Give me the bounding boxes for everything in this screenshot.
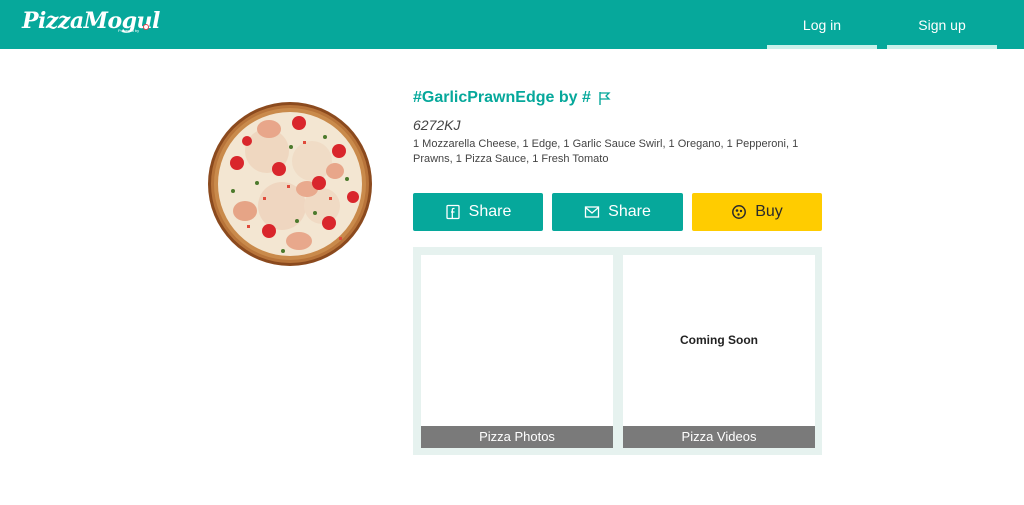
login-label: Log in [802,17,842,33]
pizza-icon [731,204,747,220]
pizza-image [207,101,373,267]
logo-subtitle: Powered by [118,28,140,33]
share-mail-button[interactable]: Share [552,193,683,231]
share-facebook-button[interactable]: Share [413,193,543,231]
login-underline [767,45,877,49]
pizza-title: #GarlicPrawnEdge by # [413,89,591,106]
logo-badge-icon [143,24,149,30]
share-facebook-label: Share [468,203,512,220]
logo[interactable]: PizzaMogul [22,8,160,34]
facebook-icon [445,204,461,220]
login-link[interactable]: Log in [767,0,877,49]
share-mail-label: Share [608,203,651,220]
top-navbar: PizzaMogul Powered by Log in Sign up [0,0,1024,49]
photos-card[interactable]: Pizza Photos [421,255,613,448]
signup-label: Sign up [918,17,966,33]
mail-icon [584,204,600,220]
ingredients-list: 1 Mozzarella Cheese, 1 Edge, 1 Garlic Sa… [413,138,799,165]
buy-label: Buy [755,203,783,220]
buy-button[interactable]: Buy [692,193,822,231]
signup-link[interactable]: Sign up [887,0,997,49]
pizza-title-row: #GarlicPrawnEdge by # [413,89,613,107]
videos-coming-soon: Coming Soon [680,333,758,347]
signup-underline [887,45,997,49]
media-panel: Pizza Photos Coming Soon Pizza Videos [413,247,822,455]
flag-icon[interactable] [597,90,613,106]
videos-card[interactable]: Coming Soon Pizza Videos [623,255,815,448]
videos-label: Pizza Videos [623,426,815,448]
photos-label: Pizza Photos [421,426,613,448]
pizza-code: 6272KJ [413,117,461,133]
